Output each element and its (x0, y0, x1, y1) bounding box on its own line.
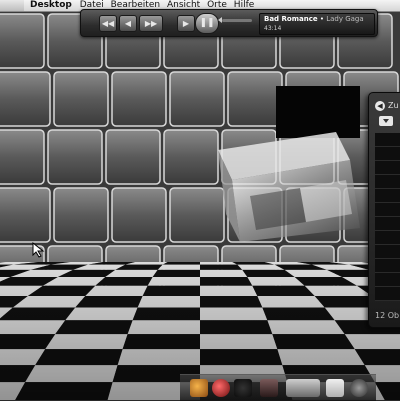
list-item[interactable] (375, 245, 400, 259)
dock (180, 374, 376, 401)
list-item[interactable] (375, 175, 400, 189)
desktop-wallpaper (0, 0, 400, 400)
list-item[interactable] (375, 259, 400, 273)
list-item[interactable] (375, 217, 400, 231)
forward-button[interactable]: ▶ (177, 15, 195, 32)
track-display: Bad Romance • Lady Gaga 43:14 (259, 13, 375, 35)
mouse-pointer-icon (32, 242, 45, 258)
list-item[interactable] (375, 161, 400, 175)
rewind-icon: ◀ (124, 19, 132, 28)
rewind-button[interactable]: ◀ (119, 15, 137, 32)
play-pause-button[interactable]: ❚❚ (195, 13, 219, 34)
folder-icon[interactable] (286, 379, 320, 397)
quicktime-icon[interactable] (212, 379, 230, 397)
pause-icon: ❚❚ (199, 18, 215, 28)
volume-slider[interactable] (222, 19, 252, 22)
list-item[interactable] (375, 287, 400, 301)
track-title: Bad Romance (264, 15, 318, 23)
list-item[interactable] (375, 273, 400, 287)
menu-app-name[interactable]: Desktop (30, 0, 72, 10)
list-item[interactable] (375, 133, 400, 147)
file-list[interactable] (375, 133, 400, 301)
list-item[interactable] (375, 147, 400, 161)
list-item[interactable] (375, 189, 400, 203)
tool-icon[interactable] (350, 379, 368, 397)
next-button[interactable]: ▶▶ (139, 15, 163, 32)
media-player: ◀◀ ◀ ❚❚ ▶ ▶▶ Bad Romance • Lady Gaga 43:… (80, 9, 378, 37)
apple-menu-icon[interactable] (0, 0, 24, 11)
previous-icon: ◀◀ (101, 19, 115, 28)
track-artist: Lady Gaga (326, 15, 364, 23)
list-item[interactable] (375, 203, 400, 217)
list-item[interactable] (375, 231, 400, 245)
back-arrow-icon[interactable]: ◀ (375, 101, 385, 111)
previous-button[interactable]: ◀◀ (99, 15, 117, 32)
elapsed-time: 43:14 (264, 25, 282, 32)
terminal-icon[interactable] (234, 379, 252, 397)
forward-icon: ▶ (182, 19, 190, 28)
file-manager-window: ◀ Zu 12 Ob (368, 92, 400, 328)
gimp-icon[interactable] (190, 379, 208, 397)
text-file-icon[interactable] (326, 379, 344, 397)
photo-icon[interactable] (260, 379, 278, 397)
back-button-label[interactable]: Zu (388, 101, 399, 110)
next-icon: ▶▶ (144, 19, 158, 28)
status-text: 12 Ob (375, 311, 400, 320)
view-dropdown[interactable] (379, 116, 393, 126)
